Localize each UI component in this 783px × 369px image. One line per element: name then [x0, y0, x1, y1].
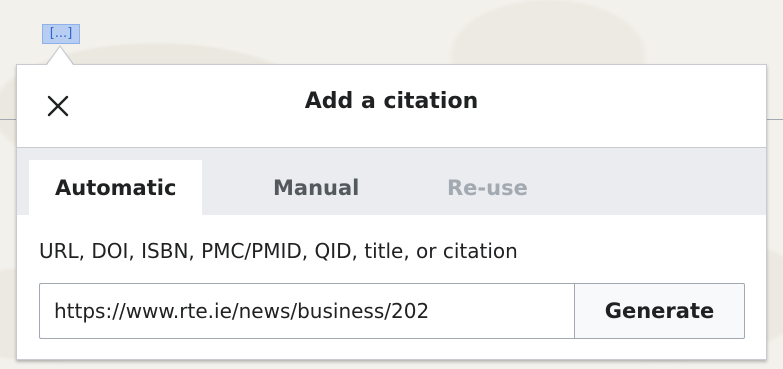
add-citation-dialog: Add a citation Automatic Manual Re-use U…: [16, 64, 767, 360]
tab-reuse: Re-use: [447, 176, 528, 200]
popup-pointer-fill: [47, 47, 73, 65]
reference-marker[interactable]: [...]: [42, 24, 80, 44]
lookup-input[interactable]: [40, 284, 574, 338]
tab-manual[interactable]: Manual: [247, 160, 385, 216]
lookup-input-wrapper: [39, 283, 574, 339]
generate-button[interactable]: Generate: [574, 283, 745, 339]
dialog-title: Add a citation: [304, 89, 479, 114]
lookup-label: URL, DOI, ISBN, PMC/PMID, QID, title, or…: [39, 239, 518, 263]
content-divider: [0, 119, 16, 120]
content-divider-right: [767, 119, 783, 120]
tab-bar: Automatic Manual Re-use: [17, 147, 766, 216]
dialog-header: Add a citation: [17, 65, 766, 147]
tab-automatic[interactable]: Automatic: [29, 160, 203, 216]
